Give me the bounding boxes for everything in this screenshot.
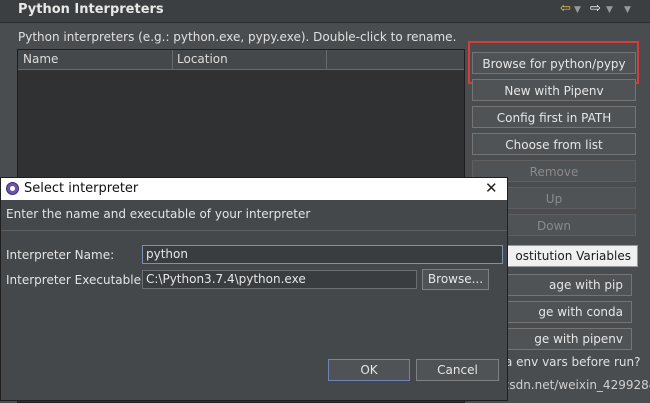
forward-arrow-icon[interactable]: ⇨ bbox=[590, 1, 601, 16]
dialog-titlebar[interactable]: Select interpreter ✕ bbox=[1, 178, 507, 200]
interpreter-name-label: Interpreter Name: bbox=[6, 248, 115, 262]
menu-chevron-icon[interactable]: ▼ bbox=[624, 5, 631, 15]
preferences-header: Python Interpreters ⇦ ▼ ⇨ ▼ ▼ bbox=[0, 0, 650, 23]
manage-pip-button[interactable]: age with pip bbox=[498, 274, 632, 296]
manage-conda-button[interactable]: ge with conda bbox=[498, 301, 632, 323]
dialog-subtitle: Enter the name and executable of your in… bbox=[6, 207, 311, 221]
browse-button[interactable]: Browse... bbox=[422, 269, 489, 290]
choose-list-button[interactable]: Choose from list bbox=[472, 133, 636, 155]
dialog-divider bbox=[1, 230, 507, 231]
ok-button[interactable]: OK bbox=[328, 359, 410, 381]
tab-substitution-variables[interactable]: ostitution Variables bbox=[500, 245, 638, 267]
highlight-box bbox=[468, 41, 639, 84]
column-divider[interactable] bbox=[172, 50, 173, 69]
new-pipenv-button[interactable]: New with Pipenv bbox=[472, 79, 636, 101]
column-divider[interactable] bbox=[326, 50, 327, 69]
interpreter-executable-input[interactable]: C:\Python3.7.4\python.exe bbox=[142, 270, 417, 289]
cancel-button[interactable]: Cancel bbox=[416, 359, 499, 381]
manage-pipenv-button[interactable]: ge with pipenv bbox=[498, 328, 632, 350]
chevron-down-icon[interactable]: ▼ bbox=[606, 5, 613, 15]
panel-description: Python interpreters (e.g.: python.exe, p… bbox=[18, 30, 457, 44]
chevron-down-icon[interactable]: ▼ bbox=[574, 5, 581, 15]
table-header: Name Location bbox=[18, 50, 464, 70]
column-location[interactable]: Location bbox=[177, 52, 228, 66]
env-vars-question: a env vars before run? bbox=[505, 355, 641, 369]
interpreter-name-input[interactable]: python bbox=[142, 245, 503, 264]
select-interpreter-dialog: Select interpreter ✕ Enter the name and … bbox=[0, 177, 508, 401]
config-path-button[interactable]: Config first in PATH bbox=[472, 106, 636, 128]
page-title: Python Interpreters bbox=[18, 2, 164, 17]
back-arrow-icon[interactable]: ⇦ bbox=[560, 1, 571, 16]
dialog-title: Select interpreter bbox=[24, 181, 139, 196]
close-icon[interactable]: ✕ bbox=[485, 179, 498, 197]
eclipse-icon bbox=[6, 182, 19, 195]
column-name[interactable]: Name bbox=[23, 52, 58, 66]
interpreter-executable-label: Interpreter Executable: bbox=[6, 273, 146, 287]
